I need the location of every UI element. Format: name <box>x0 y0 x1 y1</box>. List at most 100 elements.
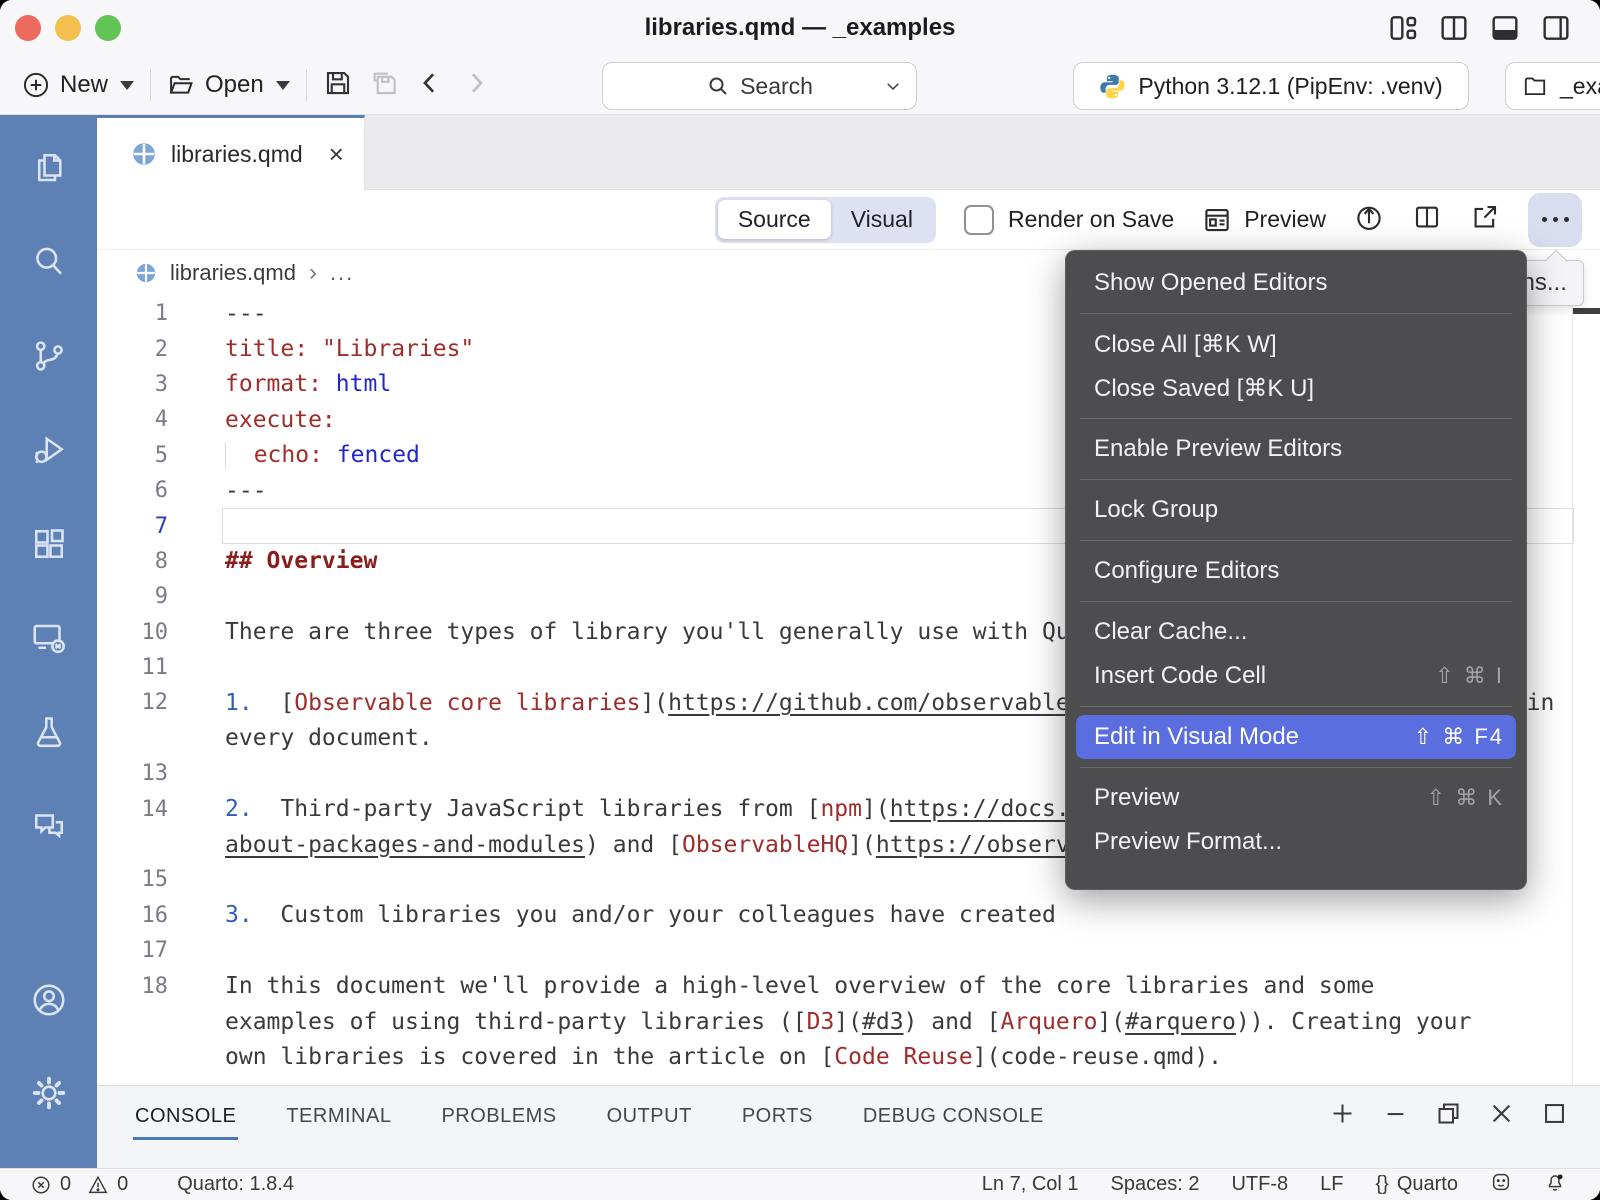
status-bar: 0 0 Quarto: 1.8.4 Ln 7, Col 1 Spaces: 2 … <box>0 1168 1600 1200</box>
account-icon[interactable] <box>31 982 67 1018</box>
search-icon[interactable] <box>31 244 67 280</box>
cursor-position-status[interactable]: Ln 7, Col 1 <box>982 1173 1079 1196</box>
publish-button[interactable] <box>1354 202 1384 237</box>
save-button[interactable] <box>323 68 353 103</box>
menu-item-enable-preview-editors[interactable]: Enable Preview Editors <box>1066 427 1526 471</box>
scrollbar-thumb[interactable] <box>1573 308 1600 314</box>
menu-item-insert-code-cell[interactable]: Insert Code Cell⇧ ⌘ I <box>1066 654 1526 698</box>
notifications-bell-icon[interactable] <box>1544 1171 1566 1199</box>
source-mode-button[interactable]: Source <box>718 200 831 239</box>
line-number: 8 <box>97 549 168 574</box>
code-line-text[interactable]: execute: <box>168 407 336 433</box>
close-panel-button[interactable] <box>1488 1100 1515 1132</box>
code-line-text[interactable]: --- <box>168 478 267 504</box>
settings-gear-icon[interactable] <box>31 1075 67 1111</box>
code-line-text[interactable]: ## Overview <box>168 548 377 574</box>
customize-layout-icon[interactable] <box>1387 12 1419 49</box>
panel-tab-terminal[interactable]: TERMINAL <box>284 1091 393 1140</box>
menu-item-preview[interactable]: Preview⇧ ⌘ K <box>1066 776 1526 820</box>
testing-icon[interactable] <box>31 714 67 750</box>
editor-tabstrip: libraries.qmd × <box>97 115 1600 190</box>
code-line-text[interactable]: format: html <box>168 371 391 397</box>
menu-item-show-opened-editors[interactable]: Show Opened Editors <box>1066 261 1526 305</box>
panel-tab-output[interactable]: OUTPUT <box>605 1091 694 1140</box>
toggle-panel-icon[interactable] <box>1489 12 1521 49</box>
menu-item-preview-format[interactable]: Preview Format... <box>1066 820 1526 864</box>
code-line-text[interactable]: There are three types of library you'll … <box>168 619 1139 645</box>
code-line-text[interactable]: examples of using third-party libraries … <box>168 1009 1471 1035</box>
new-console-button[interactable] <box>1329 1100 1356 1132</box>
restore-panel-button[interactable] <box>1435 1100 1462 1132</box>
interpreter-selector[interactable]: Python 3.12.1 (PipEnv: .venv) <box>1073 62 1469 110</box>
code-line-text[interactable]: --- <box>168 301 267 327</box>
maximize-panel-button[interactable] <box>1541 1100 1568 1132</box>
code-line[interactable]: examples of using third-party libraries … <box>97 1004 1600 1039</box>
comments-icon[interactable] <box>31 808 67 844</box>
files-icon[interactable] <box>31 150 67 186</box>
code-line-text[interactable]: title: "Libraries" <box>168 336 474 362</box>
more-actions-button[interactable] <box>1528 193 1582 247</box>
indentation-status[interactable]: Spaces: 2 <box>1111 1173 1200 1196</box>
code-line-text[interactable]: own libraries is covered in the article … <box>168 1044 1222 1070</box>
panel-tab-console[interactable]: CONSOLE <box>133 1091 238 1140</box>
menu-item-edit-in-visual-mode[interactable]: Edit in Visual Mode⇧ ⌘ F4 <box>1076 715 1516 759</box>
code-line-text[interactable]: 3. Custom libraries you and/or your coll… <box>168 902 1056 928</box>
search-input[interactable]: Search <box>602 62 917 110</box>
encoding-status[interactable]: UTF-8 <box>1231 1173 1288 1196</box>
new-button[interactable]: New <box>22 71 134 99</box>
source-control-icon[interactable] <box>31 338 67 374</box>
feedback-smiley-icon[interactable] <box>1490 1171 1512 1199</box>
problems-status[interactable]: 0 0 <box>30 1173 128 1196</box>
preview-icon <box>1202 205 1232 235</box>
code-line-text[interactable]: every document. <box>168 725 433 751</box>
code-line[interactable]: 163. Custom libraries you and/or your co… <box>97 898 1600 933</box>
code-line[interactable]: 18In this document we'll provide a high-… <box>97 968 1600 1003</box>
visual-mode-button[interactable]: Visual <box>831 200 933 239</box>
project-selector[interactable]: _examples <box>1505 62 1600 110</box>
menu-item-lock-group[interactable]: Lock Group <box>1066 488 1526 532</box>
code-line-text[interactable]: echo: fenced <box>168 442 420 468</box>
minimize-panel-button[interactable] <box>1382 1100 1409 1132</box>
breadcrumb-file[interactable]: libraries.qmd <box>170 260 296 286</box>
app-window: libraries.qmd — _examples New Open <box>0 0 1600 1200</box>
code-line[interactable]: 17 <box>97 933 1600 968</box>
menu-item-clear-cache[interactable]: Clear Cache... <box>1066 610 1526 654</box>
panel-tab-debug-console[interactable]: DEBUG CONSOLE <box>861 1091 1046 1140</box>
panel-tab-ports[interactable]: PORTS <box>740 1091 815 1140</box>
plus-circle-icon <box>22 71 50 99</box>
split-editor-layout-icon[interactable] <box>1438 12 1470 49</box>
tab-libraries-qmd[interactable]: libraries.qmd × <box>97 115 365 190</box>
menu-item-configure-editors[interactable]: Configure Editors <box>1066 549 1526 593</box>
forward-button[interactable] <box>461 68 491 103</box>
menu-item-close-all-k-w[interactable]: Close All [⌘K W] <box>1066 322 1526 366</box>
open-button[interactable]: Open <box>167 71 290 99</box>
panel-tab-problems[interactable]: PROBLEMS <box>439 1091 558 1140</box>
save-all-button[interactable] <box>369 68 399 103</box>
quarto-version-status[interactable]: Quarto: 1.8.4 <box>177 1173 294 1196</box>
language-mode-status[interactable]: {} Quarto <box>1375 1173 1458 1196</box>
menu-separator <box>1080 418 1512 419</box>
back-button[interactable] <box>415 68 445 103</box>
top-toolbar: New Open Searc <box>0 56 1600 115</box>
code-line-text[interactable]: 2. Third-party JavaScript libraries from… <box>168 796 1208 822</box>
toggle-secondary-sidebar-icon[interactable] <box>1540 12 1572 49</box>
menu-item-close-saved-k-u[interactable]: Close Saved [⌘K U] <box>1066 366 1526 410</box>
extensions-icon[interactable] <box>31 526 67 562</box>
menu-separator <box>1080 313 1512 314</box>
tab-close-icon[interactable]: × <box>329 139 344 170</box>
open-button-label: Open <box>205 71 264 99</box>
code-line[interactable]: own libraries is covered in the article … <box>97 1039 1600 1074</box>
chevron-right-icon <box>461 68 491 98</box>
quarto-file-icon <box>135 262 157 284</box>
editor-scrollbar[interactable] <box>1572 296 1600 1085</box>
run-debug-icon[interactable] <box>31 432 67 468</box>
breadcrumb-more[interactable]: ... <box>330 260 354 286</box>
code-line-text[interactable]: about-packages-and-modules) and [Observa… <box>168 832 1222 858</box>
split-editor-button[interactable] <box>1412 202 1442 237</box>
eol-status[interactable]: LF <box>1320 1173 1343 1196</box>
open-in-new-window-button[interactable] <box>1470 202 1500 237</box>
remote-explorer-icon[interactable] <box>31 620 67 656</box>
preview-button[interactable]: Preview <box>1202 205 1326 235</box>
render-on-save-checkbox[interactable] <box>964 205 994 235</box>
code-line-text[interactable]: In this document we'll provide a high-le… <box>168 973 1374 999</box>
